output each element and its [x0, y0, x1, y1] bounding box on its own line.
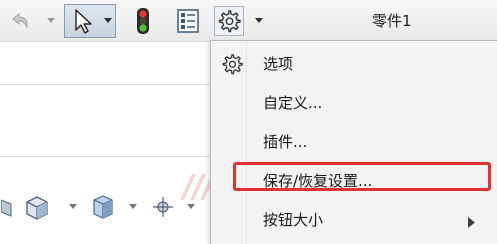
undo-icon[interactable]: [6, 8, 32, 34]
display-style-icon[interactable]: [88, 192, 118, 222]
highlight-annotation: [233, 162, 491, 191]
display-style-dropdown-arrow-icon[interactable]: [128, 200, 137, 214]
menu-item-label: 自定义...: [263, 94, 323, 112]
file-properties-icon[interactable]: [174, 7, 202, 35]
undo-dropdown-arrow-icon[interactable]: [46, 14, 55, 28]
options-dropdown-arrow-icon[interactable]: [254, 14, 263, 28]
menu-item-label: 插件...: [263, 133, 308, 151]
section-view-icon[interactable]: [0, 194, 14, 220]
panel-divider: [0, 156, 210, 157]
panel-divider: [0, 84, 210, 85]
document-title: 零件1: [372, 12, 412, 30]
select-arrow-icon: [70, 8, 96, 34]
options-gear-button[interactable]: [214, 6, 244, 36]
menu-item-customize[interactable]: 自定义...: [211, 84, 497, 122]
options-dropdown-menu: 选项 自定义... 插件... 保存/恢复设置... 按钮大小: [210, 40, 497, 244]
gear-icon: [221, 53, 243, 75]
top-toolbar: 零件1: [0, 0, 497, 42]
rebuild-traffic-light-icon[interactable]: [132, 6, 154, 36]
menu-item-add-ins[interactable]: 插件...: [211, 123, 497, 161]
view-orientation-icon[interactable]: [22, 192, 52, 222]
submenu-arrow-icon: [468, 213, 476, 228]
menu-item-button-size[interactable]: 按钮大小: [211, 201, 497, 239]
select-dropdown-arrow-icon[interactable]: [103, 14, 112, 28]
menu-item-label: 选项: [263, 55, 294, 73]
menu-item-label: 按钮大小: [263, 211, 324, 229]
gear-icon: [218, 10, 241, 33]
menu-item-options[interactable]: 选项: [211, 45, 497, 83]
solidworks-window: 零件1 选项 自定义... 插件... 保存/恢复设置... 按钮大小: [0, 0, 497, 244]
view-orientation-dropdown-arrow-icon[interactable]: [68, 200, 77, 214]
